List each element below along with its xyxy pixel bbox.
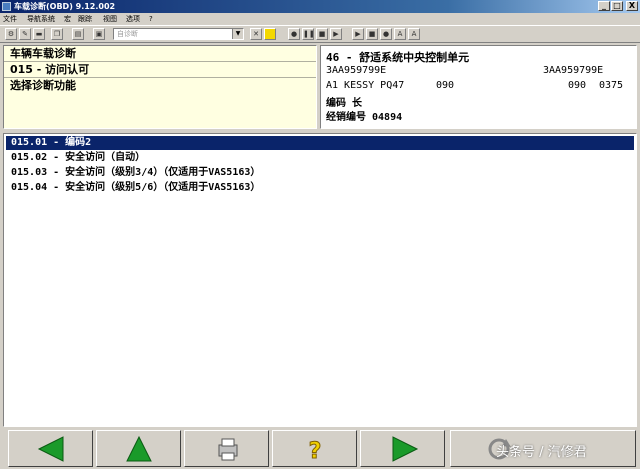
app-icon <box>2 2 11 11</box>
forward-button[interactable] <box>360 430 445 467</box>
stop-icon[interactable]: ■ <box>316 28 328 40</box>
controller-info-panel: 46 - 舒适系统中央控制单元 3AA959799E 3AA959799E A1… <box>320 45 637 129</box>
copy-icon[interactable]: ❐ <box>51 28 63 40</box>
play-icon[interactable]: ▶ <box>330 28 342 40</box>
toolbar: ⚙ ✎ ▬ ❐ ▤ ▣ 自诊断 ▼ ✕ ● ❚❚ ■ ▶ ▶ ■ ● A A <box>0 25 640 43</box>
controller-name: 46 - 舒适系统中央控制单元 <box>326 51 470 64</box>
zoom-in-icon[interactable]: A <box>394 28 406 40</box>
software-version: 090 <box>568 80 587 91</box>
list-item-security-auto[interactable]: 015.02 - 安全访问（自动） <box>6 151 634 165</box>
menu-bar: 文件 导航系统 宏 跟踪 视图 选项 ? <box>0 13 640 25</box>
step-play-icon[interactable]: ▶ <box>352 28 364 40</box>
current-function: 015 - 访问认可 <box>4 62 316 78</box>
software-build: 0375 <box>599 80 624 91</box>
vehicle-info-panel: 车辆车载诊断 015 - 访问认可 选择诊断功能 <box>3 45 317 129</box>
mode-select-value: 自诊断 <box>117 30 138 38</box>
window-title: 车载诊断(OBD) 9.12.002 <box>14 2 116 11</box>
highlight-icon[interactable] <box>264 28 276 40</box>
edit-icon[interactable]: ✎ <box>19 28 31 40</box>
step-stop-icon[interactable]: ■ <box>366 28 378 40</box>
panel-heading: 车辆车载诊断 <box>4 46 316 62</box>
minimize-button[interactable]: _ <box>598 1 610 11</box>
back-button[interactable] <box>8 430 93 467</box>
list-item-security-level56[interactable]: 015.04 - 安全访问（级别5/6）（仅适用于VAS5163） <box>6 181 634 195</box>
up-button[interactable] <box>96 430 181 467</box>
part-number: 3AA959799E <box>326 65 387 76</box>
menu-view[interactable]: 视图 <box>103 13 117 25</box>
tool-icon[interactable]: ⚙ <box>5 28 17 40</box>
component-code: 090 <box>436 80 455 91</box>
back-arrow-icon <box>37 436 64 462</box>
chevron-down-icon[interactable]: ▼ <box>232 29 243 39</box>
pause-icon[interactable]: ❚❚ <box>302 28 315 40</box>
instruction-text: 选择诊断功能 <box>10 79 76 92</box>
function-list: 015.01 - 编码2 015.02 - 安全访问（自动） 015.03 - … <box>3 133 637 427</box>
menu-trace[interactable]: 跟踪 <box>78 13 92 25</box>
car-icon[interactable]: ▬ <box>33 28 45 40</box>
component-name: A1 KESSY PQ47 <box>326 80 405 91</box>
menu-macro[interactable]: 宏 <box>64 13 71 25</box>
coding-label: 编码 长 <box>326 98 363 109</box>
forward-arrow-icon <box>392 436 419 462</box>
menu-navigation[interactable]: 导航系统 <box>27 13 55 25</box>
menu-options[interactable]: 选项 <box>126 13 140 25</box>
title-bar: 车载诊断(OBD) 9.12.002 _ □ X <box>0 0 640 13</box>
list-item-coding2[interactable]: 015.01 - 编码2 <box>6 136 634 150</box>
cancel-icon[interactable]: ✕ <box>250 28 262 40</box>
help-icon: ? <box>308 439 322 465</box>
svg-text:?: ? <box>309 439 322 464</box>
printer-icon <box>218 438 238 461</box>
part-number-right: 3AA959799E <box>543 65 604 76</box>
record-icon[interactable]: ● <box>288 28 300 40</box>
close-button[interactable]: X <box>626 1 638 11</box>
help-button[interactable]: ? <box>272 430 357 467</box>
maximize-button[interactable]: □ <box>611 1 623 11</box>
menu-file[interactable]: 文件 <box>3 13 17 25</box>
up-arrow-icon <box>126 435 152 462</box>
lock-icon[interactable]: ▣ <box>93 28 105 40</box>
print-button[interactable] <box>184 430 269 467</box>
report-icon[interactable]: ▤ <box>72 28 84 40</box>
mode-select[interactable]: 自诊断 ▼ <box>113 28 244 40</box>
zoom-out-icon[interactable]: A <box>408 28 420 40</box>
dealer-number: 经销编号 04894 <box>326 112 403 123</box>
step-record-icon[interactable]: ● <box>380 28 392 40</box>
list-item-security-level34[interactable]: 015.03 - 安全访问（级别3/4）（仅适用于VAS5163） <box>6 166 634 180</box>
menu-help[interactable]: ? <box>149 13 153 25</box>
watermark-text: 头条号 / 汽修君 <box>496 445 587 460</box>
